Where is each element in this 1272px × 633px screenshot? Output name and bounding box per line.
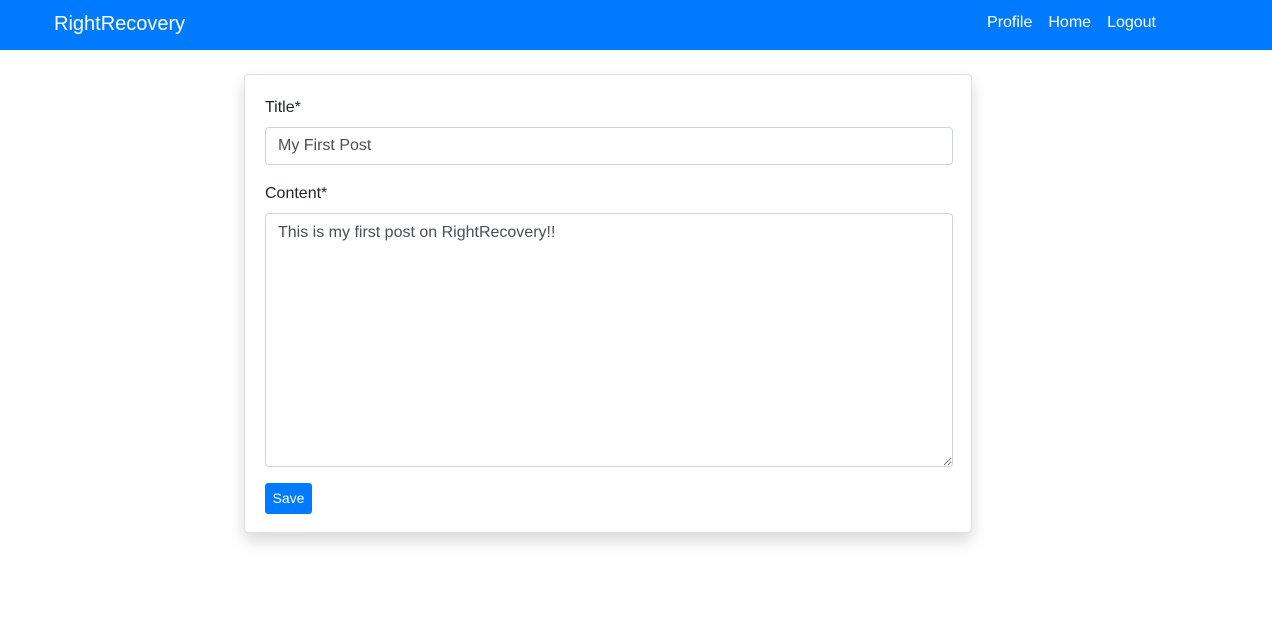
content-textarea[interactable]: This is my first post on RightRecovery!! (265, 213, 953, 467)
title-label: Title* (265, 99, 301, 116)
post-form-card: Title* Content* This is my first post on… (244, 74, 972, 533)
brand-link[interactable]: RightRecovery (54, 12, 185, 36)
save-button[interactable]: Save (265, 483, 312, 514)
content-label: Content* (265, 185, 328, 202)
top-navbar: RightRecovery Profile Home Logout (0, 0, 1272, 50)
title-input[interactable] (265, 127, 953, 165)
nav-link-home[interactable]: Home (1048, 12, 1091, 36)
nav-links: Profile Home Logout (987, 12, 1156, 36)
nav-link-logout[interactable]: Logout (1107, 12, 1156, 36)
nav-link-profile[interactable]: Profile (987, 12, 1032, 36)
